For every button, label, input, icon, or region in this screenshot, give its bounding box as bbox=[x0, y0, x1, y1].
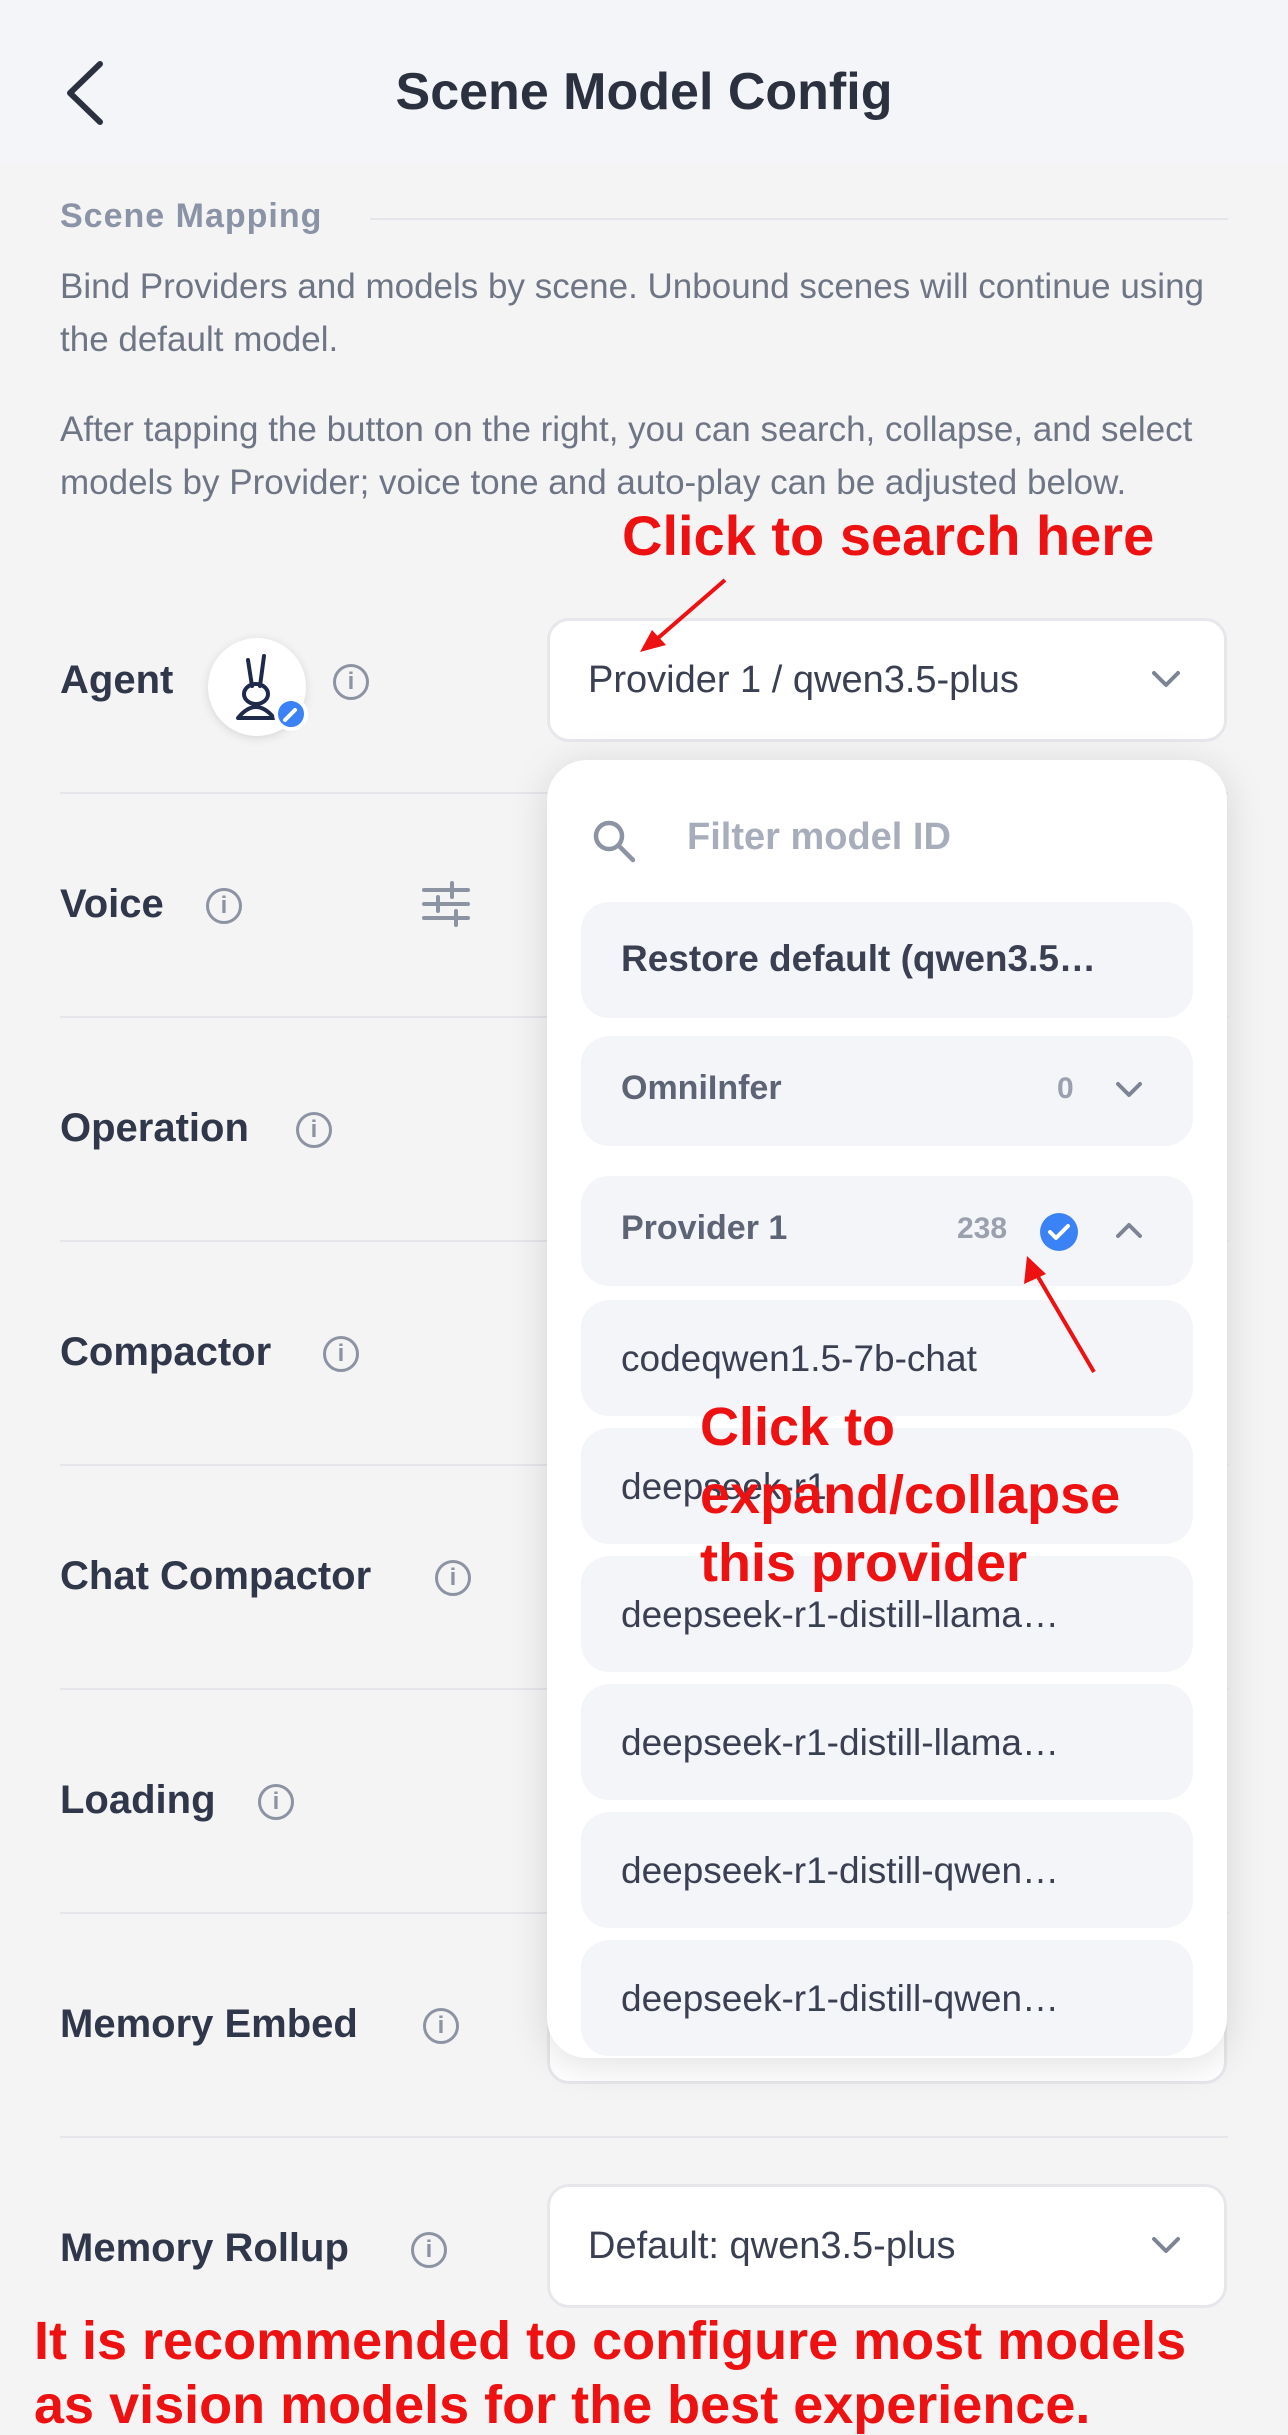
row-label-memory-rollup: Memory Rollup bbox=[60, 2226, 349, 2270]
restore-default-option[interactable]: Restore default (qwen3.5… bbox=[581, 902, 1193, 1018]
annotation-footer-line2: as vision models for the best experience… bbox=[34, 2375, 1091, 2435]
chevron-down-icon bbox=[1116, 1082, 1142, 1097]
info-icon[interactable]: i bbox=[333, 664, 369, 700]
edit-badge-icon bbox=[274, 697, 308, 731]
model-option-label: deepseek-r1-distill-llama… bbox=[621, 1594, 1059, 1635]
annotation-expand-line2: expand/collapse bbox=[700, 1465, 1121, 1525]
model-option-label: codeqwen1.5-7b-chat bbox=[621, 1338, 977, 1379]
annotation-expand-line1: Click to bbox=[700, 1397, 896, 1457]
memory-rollup-model-select[interactable]: Default: qwen3.5-plus bbox=[547, 2184, 1227, 2308]
memory-rollup-model-value: Default: qwen3.5-plus bbox=[588, 2225, 956, 2267]
row-label-chat-compactor: Chat Compactor bbox=[60, 1554, 372, 1598]
section-label: Scene Mapping bbox=[60, 197, 323, 235]
provider-name: OmniInfer bbox=[621, 1069, 782, 1107]
row-label-voice: Voice bbox=[60, 882, 164, 926]
search-icon bbox=[593, 820, 636, 863]
info-icon[interactable]: i bbox=[258, 1784, 294, 1820]
model-option-label: deepseek-r1-distill-qwen… bbox=[621, 1850, 1060, 1891]
provider-count: 238 bbox=[957, 1212, 1008, 1245]
agent-model-value: Provider 1 / qwen3.5-plus bbox=[588, 659, 1019, 701]
row-label-memory-embed: Memory Embed bbox=[60, 2002, 358, 2046]
provider-group-provider-1[interactable]: Provider 1 238 bbox=[581, 1176, 1193, 1286]
section-hint: After tapping the button on the right, y… bbox=[60, 410, 1193, 502]
section-divider bbox=[370, 218, 1228, 220]
chevron-down-icon bbox=[1152, 2237, 1180, 2253]
annotation-search: Click to search here bbox=[622, 504, 1155, 567]
model-option[interactable]: deepseek-r1-distill-llama… bbox=[581, 1684, 1193, 1800]
section-description: Bind Providers and models by scene. Unbo… bbox=[60, 267, 1204, 359]
info-icon[interactable]: i bbox=[435, 1560, 471, 1596]
model-option-label: deepseek-r1-distill-llama… bbox=[621, 1722, 1059, 1763]
provider-name: Provider 1 bbox=[621, 1209, 788, 1247]
provider-group-omniinfer[interactable]: OmniInfer 0 bbox=[581, 1036, 1193, 1146]
annotation-footer-line1: It is recommended to configure most mode… bbox=[34, 2311, 1187, 2371]
model-option[interactable]: deepseek-r1-distill-qwen… bbox=[581, 1812, 1193, 1928]
chevron-up-icon bbox=[1116, 1223, 1142, 1238]
check-badge-icon bbox=[1040, 1213, 1078, 1251]
page-title: Scene Model Config bbox=[395, 63, 893, 121]
annotation-expand-line3: this provider bbox=[700, 1533, 1028, 1593]
row-label-loading: Loading bbox=[60, 1778, 216, 1822]
row-divider bbox=[60, 2136, 1228, 2138]
info-icon[interactable]: i bbox=[423, 2008, 459, 2044]
row-label-agent: Agent bbox=[60, 658, 174, 702]
info-icon[interactable]: i bbox=[411, 2232, 447, 2268]
sliders-icon[interactable] bbox=[420, 880, 472, 928]
model-option[interactable]: deepseek-r1-distill-qwen… bbox=[581, 1940, 1193, 2056]
model-option-label: deepseek-r1-distill-qwen… bbox=[621, 1978, 1060, 2019]
provider-count: 0 bbox=[1057, 1072, 1074, 1105]
restore-default-label: Restore default (qwen3.5… bbox=[621, 938, 1096, 979]
agent-model-select[interactable]: Provider 1 / qwen3.5-plus bbox=[547, 618, 1227, 742]
row-label-operation: Operation bbox=[60, 1106, 249, 1150]
info-icon[interactable]: i bbox=[323, 1336, 359, 1372]
info-icon[interactable]: i bbox=[206, 888, 242, 924]
row-label-compactor: Compactor bbox=[60, 1330, 272, 1374]
chevron-down-icon bbox=[1152, 671, 1180, 687]
info-icon[interactable]: i bbox=[296, 1112, 332, 1148]
filter-model-input[interactable]: Filter model ID bbox=[687, 816, 951, 859]
